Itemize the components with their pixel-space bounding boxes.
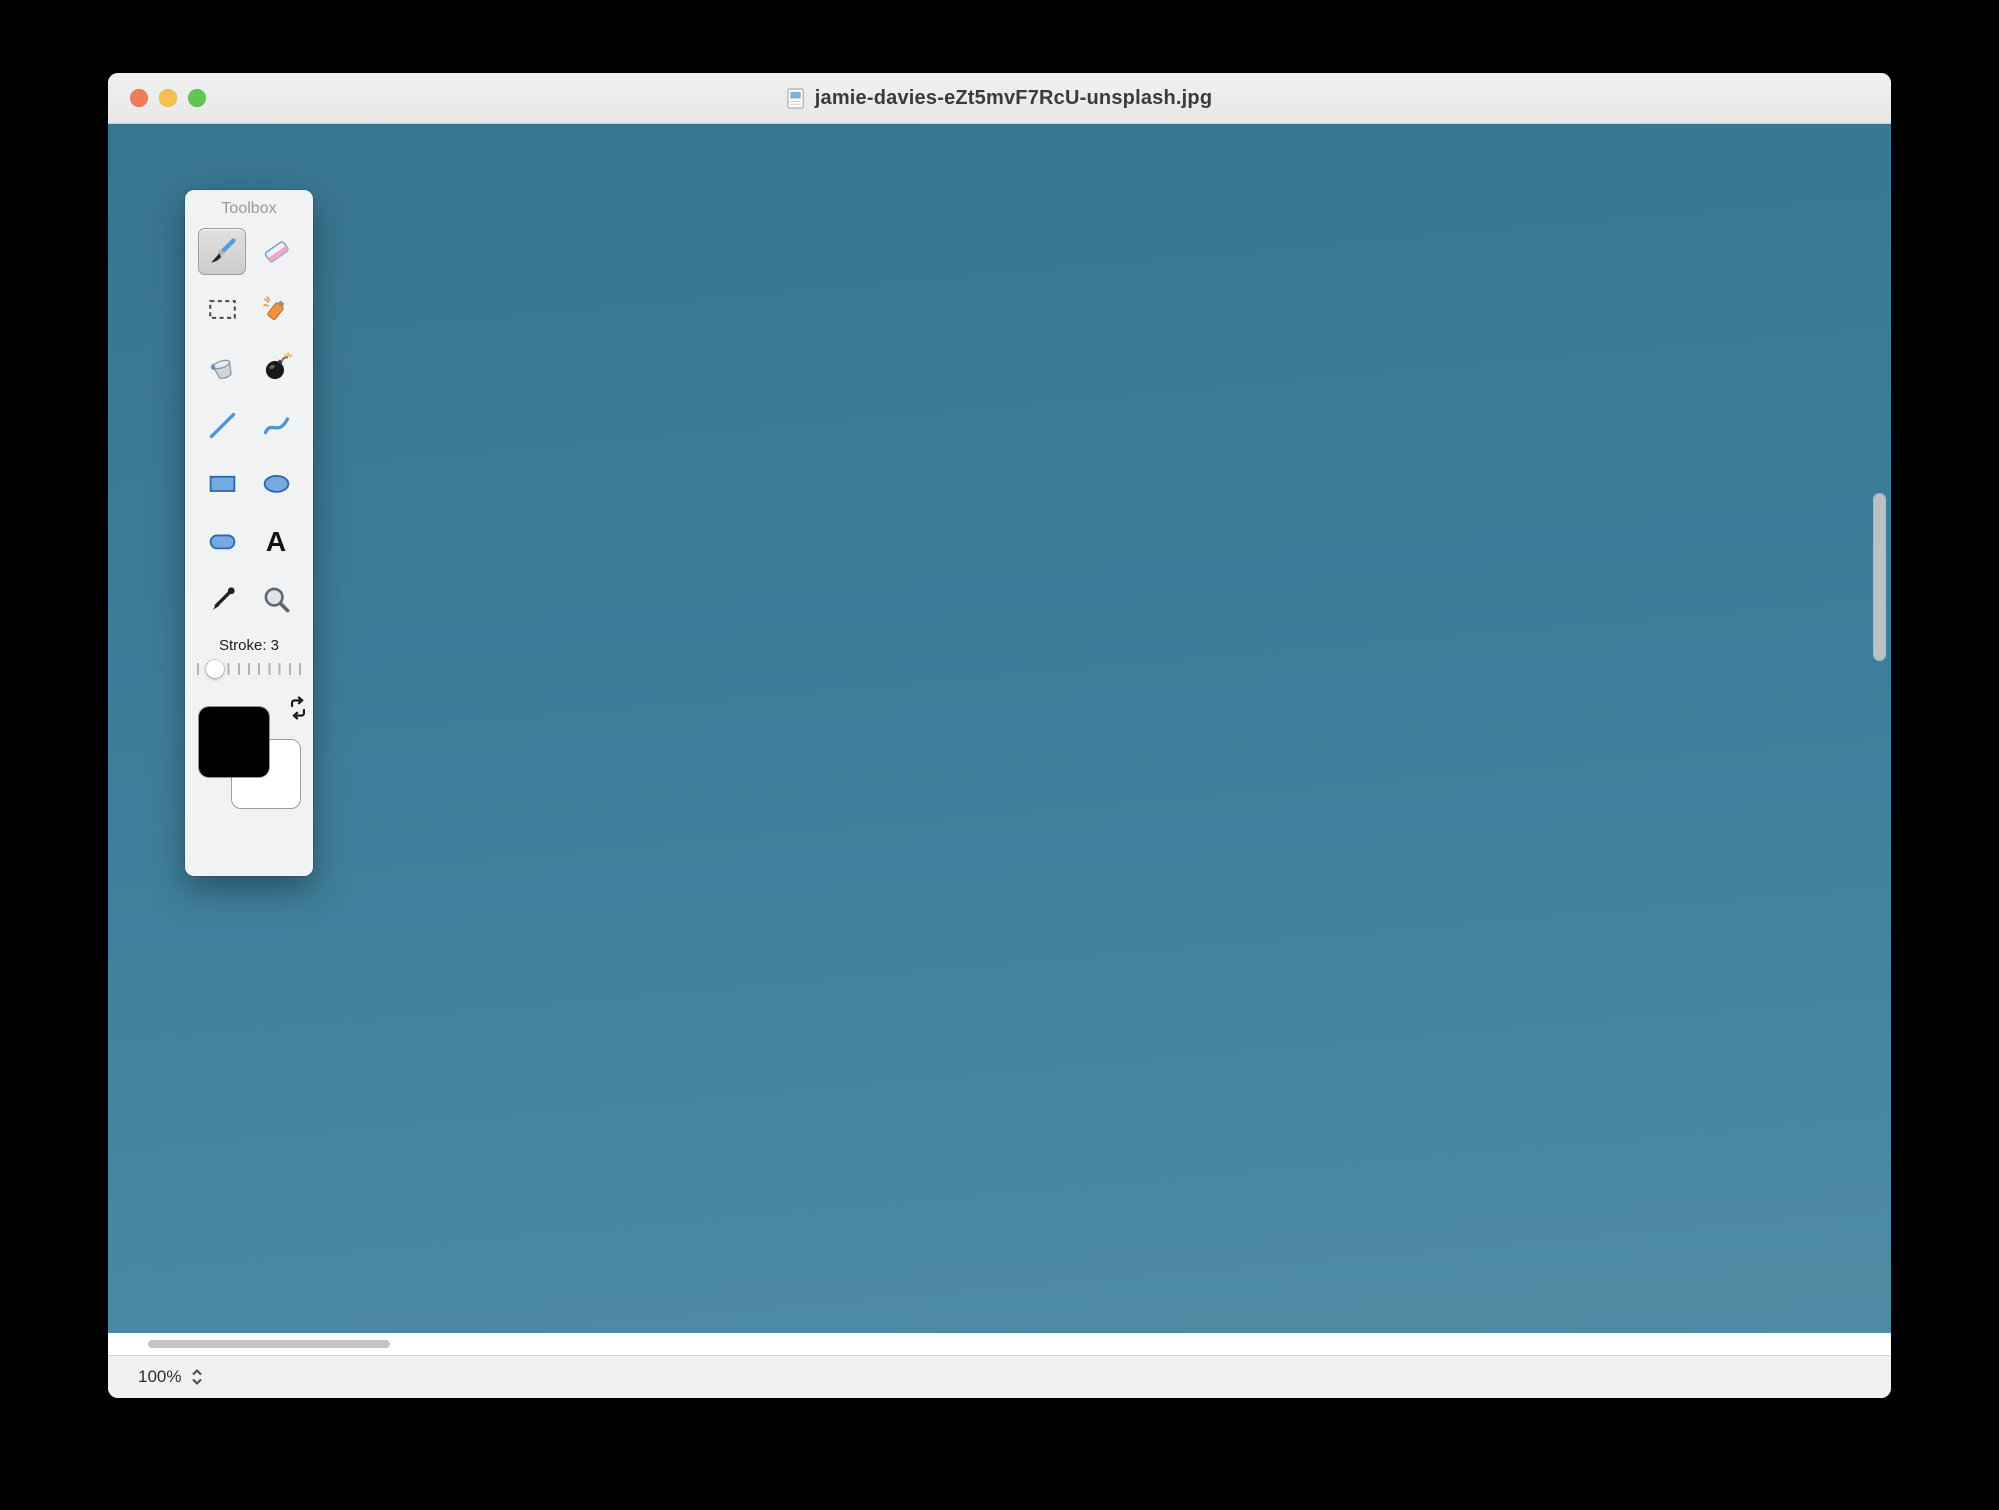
tool-curve[interactable] <box>252 402 300 449</box>
zoom-button[interactable] <box>188 89 206 107</box>
tool-paintbrush[interactable] <box>198 228 246 275</box>
zoom-stepper-icon <box>192 1369 203 1385</box>
stroke-label: Stroke: 3 <box>218 637 280 654</box>
ellipse-icon <box>263 474 289 493</box>
zoom-level: 100% <box>138 1367 182 1386</box>
line-icon <box>209 412 235 439</box>
swap-colors-icon[interactable] <box>285 695 311 721</box>
tool-paint-bucket[interactable] <box>198 344 246 391</box>
horizontal-scrollbar[interactable] <box>148 1340 390 1348</box>
foreground-color-well[interactable] <box>199 707 269 777</box>
titlebar[interactable]: jamie-davies-eZt5mvF7RcU-unsplash.jpg <box>108 73 1891 124</box>
tool-eyedropper[interactable] <box>198 576 246 623</box>
vertical-scrollbar[interactable] <box>1874 494 1885 660</box>
spray-can-icon <box>262 296 284 320</box>
text-tool-icon: A <box>265 525 287 557</box>
color-wells <box>195 695 305 823</box>
tool-grid: A <box>185 226 313 623</box>
tool-bomb[interactable] <box>252 344 300 391</box>
tool-eraser[interactable] <box>252 228 300 275</box>
horizontal-scrollbar-track <box>108 1333 1891 1355</box>
tool-line[interactable] <box>198 402 246 449</box>
eyedropper-icon <box>212 587 235 610</box>
stroke-slider-thumb[interactable] <box>206 660 224 678</box>
eraser-icon <box>264 241 289 263</box>
tool-selection[interactable] <box>198 286 246 333</box>
selection-marquee-icon <box>208 300 236 319</box>
minimize-button[interactable] <box>159 89 177 107</box>
stroke-slider[interactable] <box>197 659 301 679</box>
window-title: jamie-davies-eZt5mvF7RcU-unsplash.jpg <box>814 86 1213 109</box>
traffic-lights <box>130 73 206 123</box>
tool-spray-can[interactable] <box>252 286 300 333</box>
tool-rounded-rectangle[interactable] <box>198 518 246 565</box>
app-window: jamie-davies-eZt5mvF7RcU-unsplash.jpg To… <box>108 73 1891 1398</box>
tool-text[interactable]: A <box>252 518 300 565</box>
statusbar: 100% <box>108 1355 1891 1398</box>
rounded-rectangle-icon <box>209 534 235 550</box>
bomb-icon <box>265 352 292 380</box>
paintbrush-icon <box>210 238 236 263</box>
toolbox-palette[interactable]: Toolbox A Stroke: 3 <box>185 190 313 876</box>
document-proxy-icon[interactable] <box>787 88 806 109</box>
paint-bucket-icon <box>210 359 232 379</box>
curve-icon <box>263 417 289 435</box>
tool-ellipse[interactable] <box>252 460 300 507</box>
tool-rectangle[interactable] <box>198 460 246 507</box>
image-canvas[interactable]: Toolbox A Stroke: 3 <box>108 124 1891 1333</box>
rectangle-icon <box>209 475 235 492</box>
close-button[interactable] <box>130 89 148 107</box>
tool-magnifier[interactable] <box>252 576 300 623</box>
zoom-stepper[interactable] <box>190 1366 204 1388</box>
title-area: jamie-davies-eZt5mvF7RcU-unsplash.jpg <box>787 87 1213 110</box>
magnifier-icon <box>264 587 289 613</box>
toolbox-title: Toolbox <box>221 200 277 217</box>
